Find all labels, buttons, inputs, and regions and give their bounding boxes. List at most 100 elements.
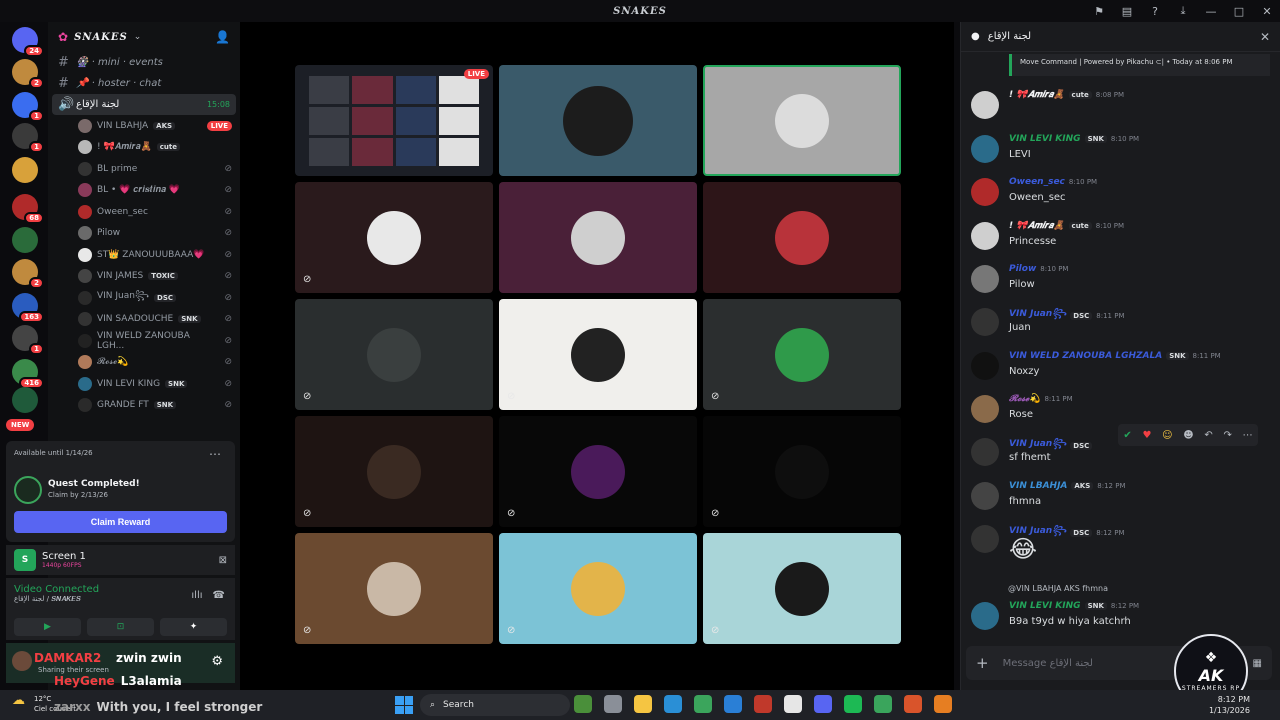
voice-user[interactable]: ST👑 ZANOUUUBAAA💗 ⊘ (48, 244, 240, 266)
message-author[interactable]: VIN LEVI KING (1009, 134, 1081, 144)
server-icon[interactable]: 24 (12, 27, 44, 57)
forward-icon[interactable]: ↷ (1223, 430, 1231, 441)
participant-tile[interactable]: ⊘ (703, 533, 901, 644)
voice-user[interactable]: BL prime ⊘ (48, 158, 240, 180)
avatar[interactable] (971, 308, 999, 336)
plus-icon[interactable]: + (976, 654, 989, 672)
avatar[interactable] (971, 265, 999, 293)
participant-tile[interactable] (703, 65, 901, 176)
participant-tile[interactable]: ⊘ (295, 416, 493, 527)
close-icon[interactable]: ✕ (1260, 30, 1270, 44)
participant-tile[interactable]: ⊘ (499, 299, 697, 410)
taskbar-search[interactable]: ⌕ Search (420, 694, 570, 716)
message-author[interactable]: 𝓡𝓸𝓼𝓮💫 (1009, 394, 1040, 404)
voice-user[interactable]: VIN SAADOUCHE SNK ⊘ (48, 309, 240, 331)
more-icon[interactable]: ⋯ (1243, 430, 1253, 441)
stop-stream-icon[interactable]: ⊠ (219, 555, 227, 566)
server-icon[interactable] (12, 387, 38, 413)
avatar[interactable] (971, 352, 999, 380)
screen-share-tile[interactable]: LIVE (295, 65, 493, 176)
channel-item[interactable]: 🔊 لجنة الإقاع 15:08 (52, 94, 236, 115)
voice-user[interactable]: 𝓡𝓸𝓼𝓮💫 ⊘ (48, 352, 240, 374)
maximize-icon[interactable]: □ (1232, 4, 1246, 18)
taskbar-app-icon[interactable] (694, 695, 712, 713)
avatar[interactable] (971, 135, 999, 163)
voice-user[interactable]: ! 🎀𝑨𝒎𝒊𝒓𝒂🧸 cute (48, 137, 240, 159)
server-icon[interactable]: 1 (12, 92, 44, 122)
server-icon[interactable] (12, 227, 38, 253)
taskbar-app-icon[interactable] (814, 695, 832, 713)
taskbar-app-icon[interactable] (664, 695, 682, 713)
message-author[interactable]: Oween_sec (1009, 177, 1065, 187)
voice-user[interactable]: BL • 💗 𝒄𝒓𝒊𝒔𝒕𝒊𝒏𝒂 💗 ⊘ (48, 180, 240, 202)
minimize-icon[interactable]: — (1204, 4, 1218, 18)
more-icon[interactable]: ⋯ (209, 447, 221, 461)
participant-tile[interactable] (499, 182, 697, 293)
channel-item[interactable]: # 🎡 · mini · events (48, 52, 240, 73)
avatar[interactable] (971, 222, 999, 250)
avatar[interactable] (971, 178, 999, 206)
taskbar-app-icon[interactable] (574, 695, 592, 713)
server-icon[interactable]: 68 (12, 194, 44, 224)
voice-user[interactable]: VIN JAMES TOXIC ⊘ (48, 266, 240, 288)
reply-icon[interactable]: ↶ (1204, 430, 1212, 441)
participant-tile[interactable]: ⊘ (703, 416, 901, 527)
help-icon[interactable]: ? (1148, 4, 1162, 18)
avatar[interactable] (971, 91, 999, 119)
participant-tile[interactable] (499, 65, 697, 176)
avatar[interactable] (971, 525, 999, 553)
voice-user[interactable]: VIN Juan꧂ DSC ⊘ (48, 287, 240, 309)
taskbar-app-icon[interactable] (844, 695, 862, 713)
activities-button[interactable]: ✦ (160, 618, 227, 636)
channel-item[interactable]: # 📌 · hoster · chat (48, 73, 240, 94)
voice-user[interactable]: GRANDE FT SNK ⊘ (48, 395, 240, 417)
server-icon[interactable]: 1 (12, 123, 44, 153)
participant-tile[interactable]: ⊘ (295, 299, 493, 410)
message-author[interactable]: VIN WELD ZANOUBA LGHZALA (1009, 351, 1162, 361)
check-reaction-icon[interactable]: ✔ (1123, 430, 1131, 441)
message-author[interactable]: ! 🎀𝑨𝒎𝒊𝒓𝒂🧸 (1009, 90, 1065, 100)
message-author[interactable]: VIN LBAHJA (1009, 481, 1067, 491)
voice-user[interactable]: Oween_sec ⊘ (48, 201, 240, 223)
message-author[interactable]: Pilow (1009, 264, 1036, 274)
add-reaction-icon[interactable]: ☻ (1183, 430, 1193, 441)
screen-share-button[interactable]: ⊡ (87, 618, 154, 636)
taskbar-app-icon[interactable] (604, 695, 622, 713)
voice-user[interactable]: Pilow ⊘ (48, 223, 240, 245)
avatar[interactable] (971, 482, 999, 510)
server-icon[interactable]: 2 (12, 259, 44, 289)
avatar[interactable] (971, 602, 999, 630)
inbox-icon[interactable]: ▤ (1120, 4, 1134, 18)
server-icon[interactable]: 416 (12, 359, 44, 389)
heart-reaction-icon[interactable]: ♥ (1142, 430, 1151, 441)
disconnect-icon[interactable]: ☎ (213, 590, 225, 601)
participant-tile[interactable]: ⊘ (295, 182, 493, 293)
participant-tile[interactable]: ⊘ (703, 299, 901, 410)
claim-reward-button[interactable]: Claim Reward (14, 511, 227, 533)
noise-suppression-icon[interactable]: ıllı (191, 590, 202, 601)
server-icon[interactable] (12, 157, 38, 183)
laugh-reaction-icon[interactable]: ☺ (1162, 430, 1172, 441)
message-author[interactable]: VIN LEVI KING (1009, 601, 1081, 611)
voice-user[interactable]: VIN LEVI KING SNK ⊘ (48, 373, 240, 395)
server-icon[interactable]: 1 (12, 325, 44, 355)
windows-start-icon[interactable] (395, 696, 413, 714)
voice-user[interactable]: VIN LBAHJA AKS LIVE (48, 115, 240, 137)
participant-tile[interactable] (703, 182, 901, 293)
participant-tile[interactable]: ⊘ (295, 533, 493, 644)
taskbar-app-icon[interactable] (634, 695, 652, 713)
avatar[interactable] (971, 438, 999, 466)
taskbar-app-icon[interactable] (934, 695, 952, 713)
taskbar-app-icon[interactable] (784, 695, 802, 713)
taskbar-app-icon[interactable] (724, 695, 742, 713)
guild-header[interactable]: ✿ 𝑺𝑵𝑨𝑲𝑬𝑺 ⌄ 👤 (48, 22, 240, 52)
participant-tile[interactable]: ⊘ (499, 416, 697, 527)
voice-user[interactable]: VIN WELD ZANOUBA LGH... ⊘ (48, 330, 240, 352)
apps-icon[interactable]: ▦ (1253, 658, 1262, 669)
server-icon[interactable]: 163 (12, 293, 44, 323)
camera-button[interactable]: ▶ (14, 618, 81, 636)
taskbar-app-icon[interactable] (874, 695, 892, 713)
server-icon[interactable]: 2 (12, 59, 44, 89)
avatar[interactable] (12, 651, 32, 671)
flag-icon[interactable]: ⚑ (1092, 4, 1106, 18)
